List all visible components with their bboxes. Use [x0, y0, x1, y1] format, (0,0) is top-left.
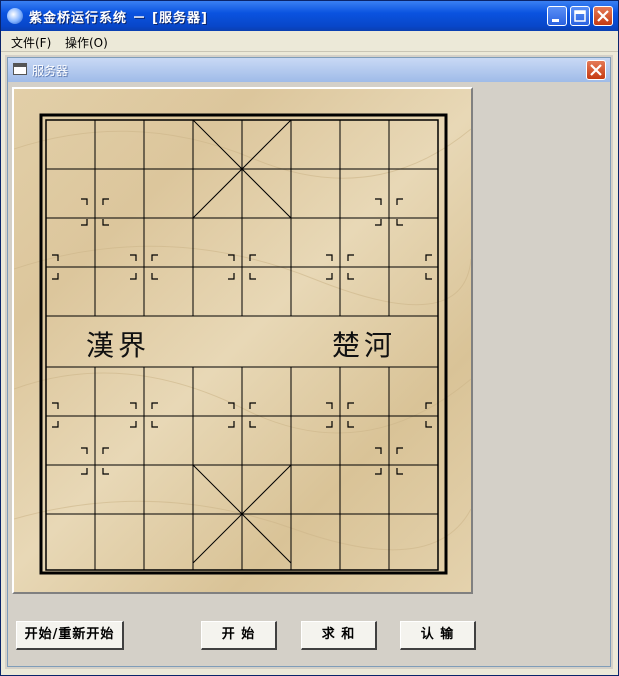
- child-close-button[interactable]: [586, 60, 606, 80]
- child-window-title: 服务器: [32, 64, 69, 78]
- minimize-icon: [552, 19, 559, 22]
- close-icon: [590, 64, 602, 76]
- child-title-bar[interactable]: 服务器: [8, 58, 610, 82]
- title-bar[interactable]: 紫金桥运行系统 － [服务器]: [1, 1, 618, 31]
- app-icon: [7, 8, 23, 24]
- close-icon: [597, 10, 609, 22]
- board-panel[interactable]: 漢界 楚河: [12, 87, 473, 594]
- resign-button[interactable]: 认 输: [400, 621, 476, 650]
- menu-bar: 文件(F) 操作(O): [1, 31, 618, 52]
- river-label-left: 漢界: [86, 329, 150, 362]
- main-window: 紫金桥运行系统 － [服务器] 文件(F) 操作(O) 服务器 漢界 楚河 开始…: [0, 0, 619, 676]
- menu-file[interactable]: 文件(F): [11, 34, 51, 51]
- river-label-right: 楚河: [332, 329, 396, 362]
- start-button[interactable]: 开 始: [201, 621, 277, 650]
- draw-button[interactable]: 求 和: [301, 621, 377, 650]
- close-button[interactable]: [593, 6, 613, 26]
- maximize-button[interactable]: [570, 6, 590, 26]
- restart-button[interactable]: 开始/重新开始: [16, 621, 124, 650]
- minimize-button[interactable]: [547, 6, 567, 26]
- maximize-icon: [574, 10, 586, 22]
- window-icon: [13, 63, 27, 75]
- menu-operation[interactable]: 操作(O): [65, 34, 108, 51]
- window-title: 紫金桥运行系统 － [服务器]: [29, 11, 208, 26]
- chess-board[interactable]: 漢界 楚河: [14, 89, 471, 592]
